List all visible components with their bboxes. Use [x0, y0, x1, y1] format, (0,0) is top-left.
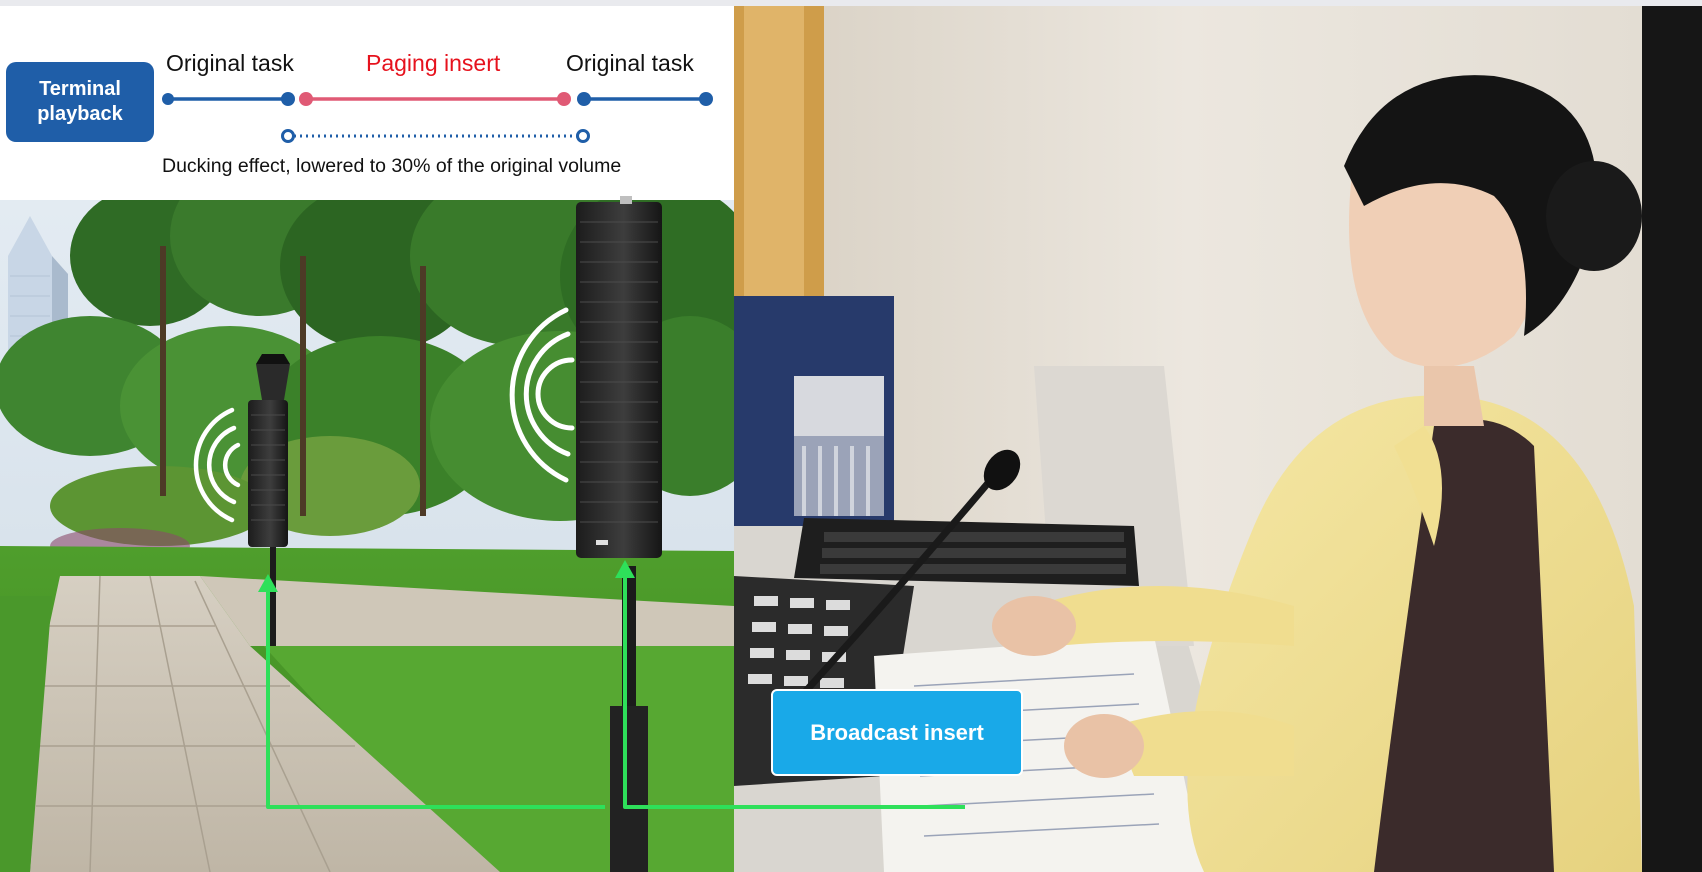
document-tray: [734, 296, 894, 526]
ducking-caption: Ducking effect, lowered to 30% of the or…: [162, 155, 622, 177]
keyboard: [794, 518, 1139, 586]
trees: [0, 156, 734, 564]
segment-paging-insert-label: Paging insert: [366, 50, 501, 76]
right-edge-strip: [1642, 6, 1702, 872]
segment-original-task-2-label: Original task: [566, 50, 694, 76]
terminal-playback-label: Terminal playback: [6, 62, 154, 142]
segment-original-task-1-label: Original task: [166, 50, 294, 76]
broadcast-insert-label: Broadcast insert: [771, 689, 1023, 776]
